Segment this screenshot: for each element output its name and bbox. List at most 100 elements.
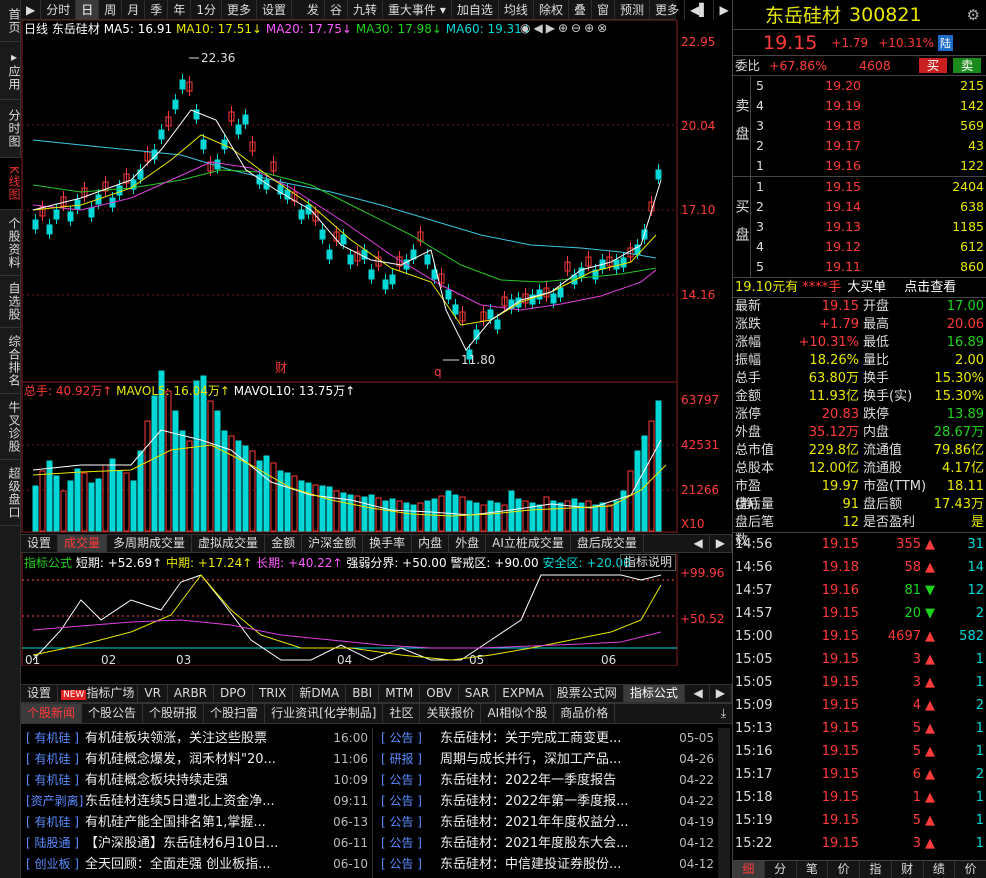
news-tab-industry[interactable]: 行业资讯[化学制品] bbox=[265, 704, 384, 723]
ask-level-5[interactable]: 5 19.20 215 bbox=[751, 76, 986, 96]
panel-tab-6[interactable]: 绩 bbox=[924, 861, 956, 878]
menu-triangle-icon[interactable]: ▶ bbox=[21, 0, 42, 20]
tb-ma[interactable]: 均线 bbox=[499, 0, 534, 20]
indicator-help-button[interactable]: 指标说明 bbox=[620, 554, 676, 571]
download-icon[interactable]: ⊕ bbox=[558, 21, 571, 35]
minus-icon[interactable]: ⊖ bbox=[571, 21, 584, 35]
news-tab-risk[interactable]: 个股扫雷 bbox=[204, 704, 266, 723]
tb-jiuzhuan[interactable]: 九转 bbox=[348, 0, 384, 20]
news-item[interactable]: [资产剥离] 东岳硅材连续5日遭北上资金净... 09:11 bbox=[21, 791, 372, 812]
formula-tab-arbr[interactable]: ARBR bbox=[168, 685, 215, 702]
ind-tab-multi[interactable]: 多周期成交量 bbox=[107, 535, 193, 552]
formula-tab-dma[interactable]: 新DMA bbox=[293, 685, 347, 702]
ind-tab-prev-icon[interactable]: ◀ bbox=[688, 535, 710, 552]
ind-tab-amount[interactable]: 金额 bbox=[265, 535, 303, 552]
tab-ranking[interactable]: 综合排名 bbox=[0, 328, 21, 394]
tb-day[interactable]: 日 bbox=[76, 0, 100, 20]
formula-tab-web[interactable]: 股票公式网 bbox=[551, 685, 624, 702]
tb-gu[interactable]: 谷 bbox=[325, 0, 349, 20]
news-item[interactable]: [ 公告 ] 东岳硅材：2021年度股东大会... 04-12 bbox=[376, 833, 718, 854]
formula-tab-expma[interactable]: EXPMA bbox=[496, 685, 551, 702]
news-scrollbar[interactable] bbox=[718, 728, 730, 878]
tb-window[interactable]: 窗 bbox=[592, 0, 615, 20]
formula-prev-icon[interactable]: ◀ bbox=[688, 685, 710, 702]
news-tab-notice[interactable]: 个股公告 bbox=[82, 704, 144, 723]
panel-tab-0[interactable]: 细 bbox=[733, 861, 765, 878]
big-order-row[interactable]: 19.10元有 ****手 大买单 点击查看 bbox=[733, 278, 986, 298]
ind-tab-turnover[interactable]: 换手率 bbox=[363, 535, 413, 552]
news-item[interactable]: [ 公告 ] 东岳硅材：2021年年度权益分... 04-19 bbox=[376, 812, 718, 833]
ask-level-1[interactable]: 1 19.16 122 bbox=[751, 156, 986, 176]
formula-tab-trix[interactable]: TRIX bbox=[253, 685, 294, 702]
tab-stock-info[interactable]: 个股资料 bbox=[0, 210, 21, 276]
tb-events[interactable]: 重大事件 ▾ bbox=[383, 0, 452, 20]
bid-level-2[interactable]: 2 19.14 638 bbox=[751, 197, 986, 217]
panel-tab-3[interactable]: 价 bbox=[828, 861, 860, 878]
panel-tab-2[interactable]: 笔 bbox=[797, 861, 829, 878]
news-item[interactable]: [ 公告 ] 东岳硅材：中信建投证券股份... 04-12 bbox=[376, 854, 718, 875]
tab-apps[interactable]: ▸应用 bbox=[0, 42, 21, 100]
tab-timeshare[interactable]: 分时图 bbox=[0, 100, 21, 158]
news-item[interactable]: [ 有机硅 ] 有机硅概念板块持续走强 10:09 bbox=[21, 770, 372, 791]
news-tab-community[interactable]: 社区 bbox=[383, 704, 421, 723]
tb-exright[interactable]: 除权 bbox=[534, 0, 569, 20]
formula-tab-settings[interactable]: 设置 bbox=[21, 685, 59, 702]
tab-watchlist[interactable]: 自选股 bbox=[0, 276, 21, 328]
tb-more2[interactable]: 更多 bbox=[650, 0, 686, 20]
panel-tab-4[interactable]: 指 bbox=[860, 861, 892, 878]
eye-icon[interactable]: ◉ bbox=[520, 21, 533, 35]
tab-home[interactable]: 首页 bbox=[0, 0, 21, 42]
tb-month[interactable]: 月 bbox=[122, 0, 146, 20]
ind-tab-sh-amount[interactable]: 沪深金额 bbox=[302, 535, 364, 552]
bid-level-3[interactable]: 3 19.13 1185 bbox=[751, 217, 986, 237]
formula-next-icon[interactable]: ▶ bbox=[710, 685, 732, 702]
ind-tab-settings[interactable]: 设置 bbox=[21, 535, 59, 552]
tab-kline[interactable]: K线图 bbox=[0, 158, 21, 210]
panel-tab-1[interactable]: 分 bbox=[765, 861, 797, 878]
news-tab-related[interactable]: 关联报价 bbox=[420, 704, 482, 723]
marker-q[interactable]: q bbox=[434, 365, 442, 379]
tb-settings[interactable]: 设置 bbox=[257, 0, 292, 20]
tb-1min[interactable]: 1分 bbox=[191, 0, 222, 20]
news-tab-ai-similar[interactable]: AI相似个股 bbox=[481, 704, 555, 723]
news-item[interactable]: [ 公告 ] 东岳硅材：2022年一季度报告 04-22 bbox=[376, 770, 718, 791]
news-tab-research[interactable]: 个股研报 bbox=[143, 704, 205, 723]
formula-tab-dpo[interactable]: DPO bbox=[214, 685, 253, 702]
tb-quarter[interactable]: 季 bbox=[145, 0, 169, 20]
big-order-view-link[interactable]: 点击查看 bbox=[904, 278, 956, 297]
tb-fa[interactable]: 发 bbox=[302, 0, 326, 20]
tb-more[interactable]: 更多 bbox=[222, 0, 257, 20]
tb-year[interactable]: 年 bbox=[168, 0, 192, 20]
bid-level-1[interactable]: 1 19.15 2404 bbox=[751, 177, 986, 197]
panel-tab-5[interactable]: 财 bbox=[892, 861, 924, 878]
news-item[interactable]: [ 有机硅 ] 有机硅产能全国排名第1,掌握... 06-13 bbox=[21, 812, 372, 833]
tb-overlay[interactable]: 叠 bbox=[569, 0, 592, 20]
news-item[interactable]: [ 有机硅 ] 有机硅板块领涨，关注这些股票 16:00 bbox=[21, 728, 372, 749]
news-item[interactable]: [ 有机硅 ] 有机硅概念爆发，润禾材料"20... 11:06 bbox=[21, 749, 372, 770]
tb-prev-icon[interactable]: ◀▌ bbox=[685, 0, 715, 20]
plus-icon[interactable]: ⊕ bbox=[584, 21, 597, 35]
bid-level-5[interactable]: 5 19.11 860 bbox=[751, 257, 986, 277]
ask-level-4[interactable]: 4 19.19 142 bbox=[751, 96, 986, 116]
bid-level-4[interactable]: 4 19.12 612 bbox=[751, 237, 986, 257]
tab-diagnose[interactable]: 牛叉诊股 bbox=[0, 394, 21, 460]
gear-icon[interactable]: ⚙ bbox=[967, 6, 980, 24]
news-item[interactable]: [ 公告 ] 东岳硅材：关于完成工商变更... 05-05 bbox=[376, 728, 718, 749]
download-icon[interactable]: ⤓ bbox=[715, 704, 732, 723]
news-item[interactable]: [ 创业板 ] 全天回顾：全面走强 创业板指... 06-10 bbox=[21, 854, 372, 875]
formula-tab-obv[interactable]: OBV bbox=[420, 685, 459, 702]
marker-cai[interactable]: 财 bbox=[275, 361, 287, 375]
tb-timeshare[interactable]: 分时 bbox=[41, 0, 77, 20]
tab-super-quote[interactable]: 超级盘口 bbox=[0, 460, 21, 526]
formula-tab-vr[interactable]: VR bbox=[138, 685, 168, 702]
next-circle-icon[interactable]: ▶ bbox=[546, 21, 558, 35]
close-icon[interactable]: ⊗ bbox=[597, 21, 610, 35]
ask-level-2[interactable]: 2 19.17 43 bbox=[751, 136, 986, 156]
formula-tab-sar[interactable]: SAR bbox=[459, 685, 497, 702]
ind-tab-next-icon[interactable]: ▶ bbox=[710, 535, 732, 552]
ind-tab-volume[interactable]: 成交量 bbox=[58, 535, 108, 552]
ind-tab-ai[interactable]: AI立桩成交量 bbox=[486, 535, 571, 552]
news-tab-news[interactable]: 个股新闻 bbox=[21, 704, 83, 723]
formula-tab-bbi[interactable]: BBI bbox=[346, 685, 380, 702]
ind-tab-virtual[interactable]: 虚拟成交量 bbox=[192, 535, 266, 552]
